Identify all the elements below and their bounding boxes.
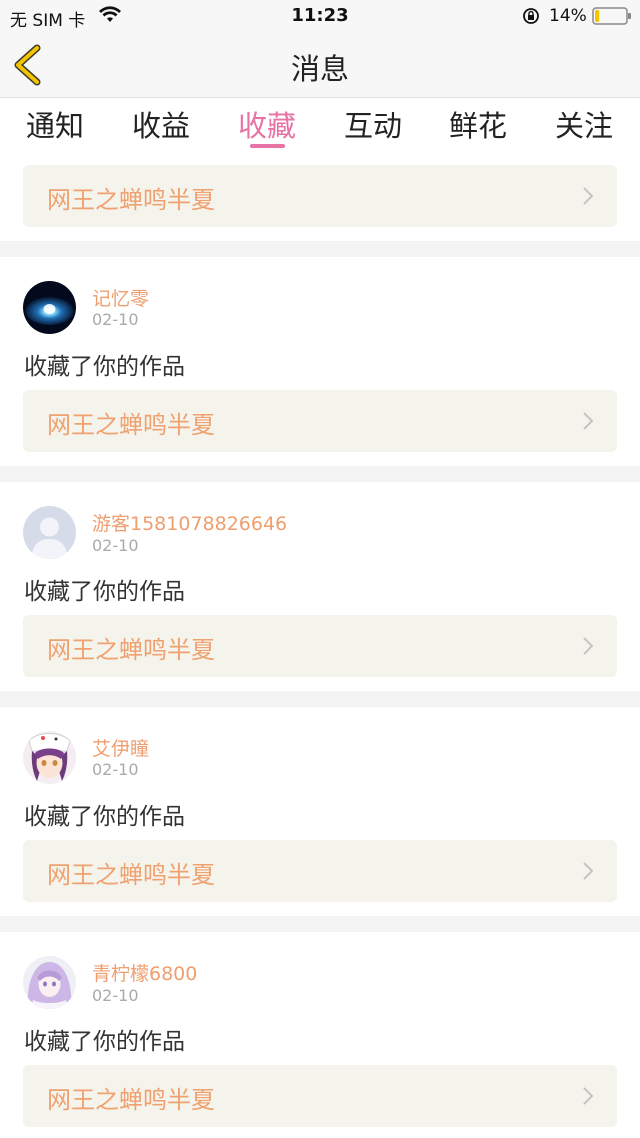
work-title: 网王之蝉鸣半夏: [47, 636, 215, 664]
chevron-right-icon: [583, 637, 594, 655]
section-divider: [0, 466, 640, 482]
date: 02-10: [92, 536, 139, 555]
work-title: 网王之蝉鸣半夏: [47, 861, 215, 889]
galaxy-avatar[interactable]: [23, 281, 76, 334]
username[interactable]: 青柠檬6800: [92, 959, 197, 986]
action-text: 收藏了你的作品: [24, 804, 185, 830]
date: 02-10: [92, 310, 139, 329]
active-tab-indicator: [250, 144, 285, 148]
username[interactable]: 艾伊瞳: [92, 734, 149, 761]
rotation-lock-icon: [523, 8, 539, 24]
work-link[interactable]: 网王之蝉鸣半夏: [23, 390, 617, 452]
work-link[interactable]: 网王之蝉鸣半夏: [23, 615, 617, 677]
action-text: 收藏了你的作品: [24, 1029, 185, 1055]
tab-favorites[interactable]: 收藏: [214, 103, 320, 145]
action-text: 收藏了你的作品: [24, 354, 185, 380]
galaxy-avatar-image: [23, 281, 76, 334]
date: 02-10: [92, 760, 139, 779]
username[interactable]: 游客1581078826646: [92, 509, 287, 536]
default-avatar[interactable]: [23, 506, 76, 559]
chevron-right-icon: [583, 412, 594, 430]
chevron-right-icon: [583, 187, 594, 205]
date: 02-10: [92, 986, 139, 1005]
status-bar: 无 SIM 卡 11:23 14%: [0, 0, 640, 32]
tab-notifications[interactable]: 通知: [2, 103, 108, 145]
tab-flowers[interactable]: 鲜花: [425, 103, 531, 145]
battery-percent: 14%: [549, 6, 587, 26]
person-icon: [23, 506, 76, 559]
chevron-right-icon: [583, 862, 594, 880]
section-divider: [0, 241, 640, 257]
action-text: 收藏了你的作品: [24, 579, 185, 605]
section-divider: [0, 691, 640, 707]
work-link[interactable]: 网王之蝉鸣半夏: [23, 165, 617, 227]
anime-character-image: [23, 956, 76, 1009]
anime-avatar[interactable]: [23, 956, 76, 1009]
battery-icon: [592, 7, 631, 25]
nav-bar: 消息: [0, 32, 640, 98]
work-title: 网王之蝉鸣半夏: [47, 411, 215, 439]
work-title: 网王之蝉鸣半夏: [47, 1086, 215, 1114]
tab-interactions[interactable]: 互动: [320, 103, 426, 145]
page-title: 消息: [290, 52, 349, 86]
work-title: 网王之蝉鸣半夏: [47, 186, 215, 214]
username[interactable]: 记忆零: [92, 284, 149, 311]
chevron-right-icon: [583, 1087, 594, 1105]
anime-avatar[interactable]: [23, 731, 76, 784]
clock: 11:23: [291, 5, 349, 26]
work-link[interactable]: 网王之蝉鸣半夏: [23, 840, 617, 902]
tab-earnings[interactable]: 收益: [108, 103, 214, 145]
work-link[interactable]: 网王之蝉鸣半夏: [23, 1065, 617, 1127]
tab-following[interactable]: 关注: [531, 103, 637, 145]
tab-bar: 通知 收益 收藏 互动 鲜花 关注: [0, 99, 640, 155]
anime-character-image: [23, 731, 76, 784]
section-divider: [0, 916, 640, 932]
